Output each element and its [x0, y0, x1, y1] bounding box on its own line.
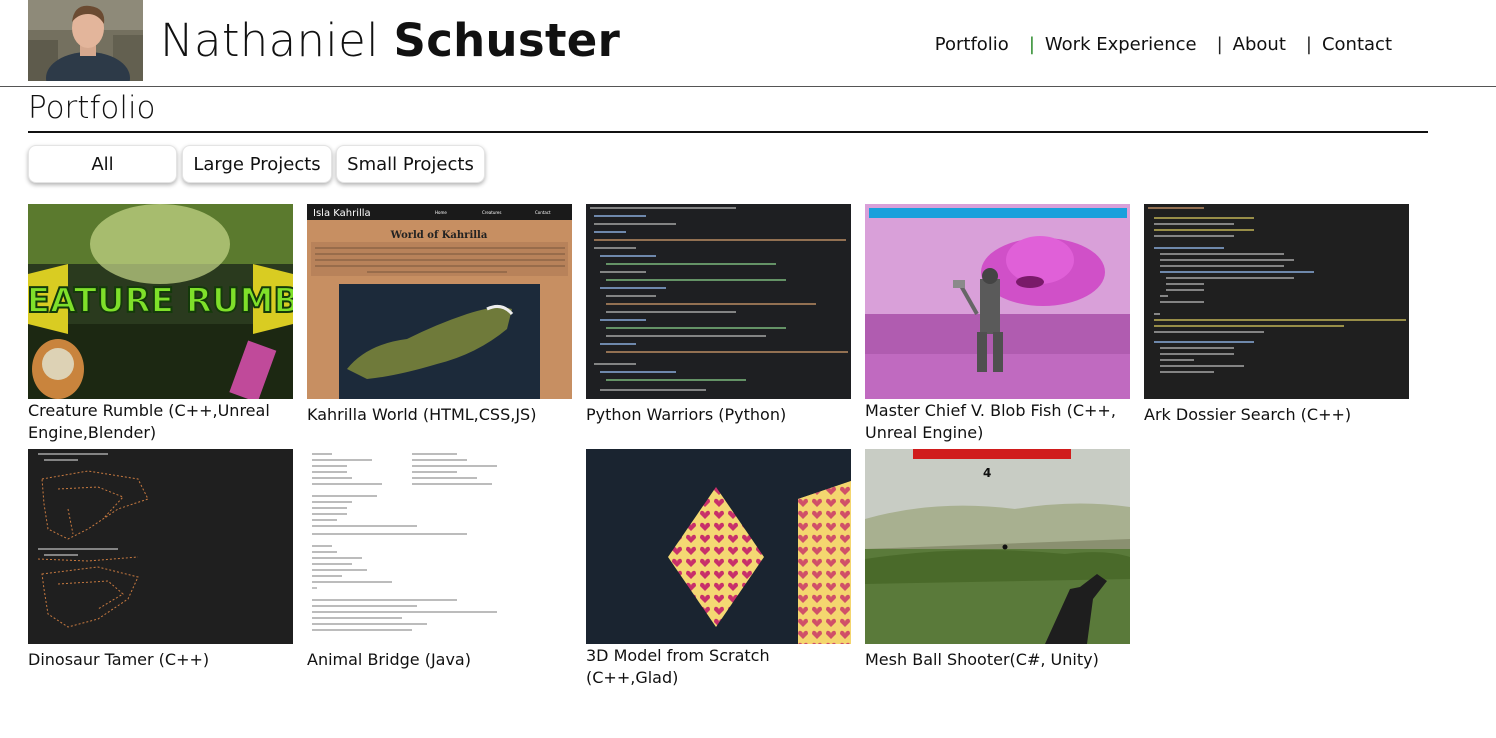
- project-title[interactable]: Animal Bridge (Java): [307, 649, 572, 671]
- filter-small-projects-button[interactable]: Small Projects: [336, 145, 485, 183]
- site-title-last: Schuster: [393, 14, 621, 67]
- project-title[interactable]: Python Warriors (Python): [586, 404, 851, 426]
- nav-portfolio[interactable]: Portfolio: [935, 34, 1009, 55]
- project-card-python-warriors[interactable]: Python Warriors (Python): [586, 204, 851, 426]
- site-header: Nathaniel Schuster Portfolio | Work Experi…: [0, 0, 1496, 87]
- project-title[interactable]: Kahrilla World (HTML,CSS,JS): [307, 404, 572, 426]
- project-title[interactable]: Creature Rumble (C++,Unreal Engine,Blend…: [28, 400, 293, 444]
- filter-all-button[interactable]: All: [28, 145, 177, 183]
- project-card-kahrilla-world[interactable]: Isla Kahrilla Home Creatures Contact Wor…: [307, 204, 572, 426]
- thumb-nav-creatures: Creatures: [482, 210, 501, 215]
- project-card-ark-dossier-search[interactable]: Ark Dossier Search (C++): [1144, 204, 1409, 426]
- project-card-master-chief-blob-fish[interactable]: Master Chief V. Blob Fish (C++, Unreal E…: [865, 204, 1130, 444]
- nav-separator: |: [1028, 34, 1035, 55]
- thumb-brand: Isla Kahrilla: [313, 208, 371, 219]
- project-title[interactable]: Mesh Ball Shooter(C#, Unity): [865, 649, 1130, 671]
- thumb-heading: World of Kahrilla: [390, 230, 488, 241]
- project-title[interactable]: Ark Dossier Search (C++): [1144, 404, 1409, 426]
- project-thumbnail[interactable]: [865, 204, 1130, 399]
- profile-photo: [28, 0, 143, 81]
- page-title: Portfolio: [28, 90, 156, 126]
- site-title: Nathaniel Schuster: [160, 14, 620, 67]
- nav-contact[interactable]: Contact: [1322, 34, 1392, 55]
- project-thumbnail[interactable]: [307, 449, 572, 644]
- project-card-3d-model[interactable]: 3D Model from Scratch (C++,Glad): [586, 449, 851, 689]
- project-card-dinosaur-tamer[interactable]: Dinosaur Tamer (C++): [28, 449, 293, 671]
- project-title[interactable]: Master Chief V. Blob Fish (C++, Unreal E…: [865, 400, 1130, 444]
- project-title[interactable]: 3D Model from Scratch (C++,Glad): [586, 645, 851, 689]
- thumb-nav-contact: Contact: [535, 210, 551, 215]
- project-card-animal-bridge[interactable]: Animal Bridge (Java): [307, 449, 572, 671]
- project-card-mesh-ball-shooter[interactable]: 4 Mesh Ball Shooter(C#, Unity): [865, 449, 1130, 671]
- filter-large-projects-button[interactable]: Large Projects: [182, 145, 332, 183]
- project-thumbnail[interactable]: [1144, 204, 1409, 399]
- project-card-creature-rumble[interactable]: CREATURE RUMBLE Creature Rumble (C++,Unr…: [28, 204, 293, 444]
- main-nav: Portfolio | Work Experience | About | Contact: [935, 34, 1392, 55]
- title-divider: [28, 131, 1428, 133]
- site-title-first: Nathaniel: [160, 14, 379, 67]
- nav-separator: |: [1305, 34, 1312, 55]
- project-thumbnail[interactable]: CREATURE RUMBLE: [28, 204, 293, 399]
- nav-separator: |: [1216, 34, 1223, 55]
- thumb-nav-home: Home: [435, 210, 447, 215]
- nav-about[interactable]: About: [1233, 34, 1286, 55]
- project-thumbnail[interactable]: 4: [865, 449, 1130, 644]
- project-title[interactable]: Dinosaur Tamer (C++): [28, 649, 293, 671]
- project-thumbnail[interactable]: [586, 449, 851, 644]
- thumb-score-counter: 4: [983, 466, 991, 480]
- project-thumbnail[interactable]: [28, 449, 293, 644]
- project-thumbnail[interactable]: Isla Kahrilla Home Creatures Contact Wor…: [307, 204, 572, 399]
- thumb-title-text: CREATURE RUMBLE: [28, 281, 293, 321]
- nav-work-experience[interactable]: Work Experience: [1045, 34, 1197, 55]
- project-thumbnail[interactable]: [586, 204, 851, 399]
